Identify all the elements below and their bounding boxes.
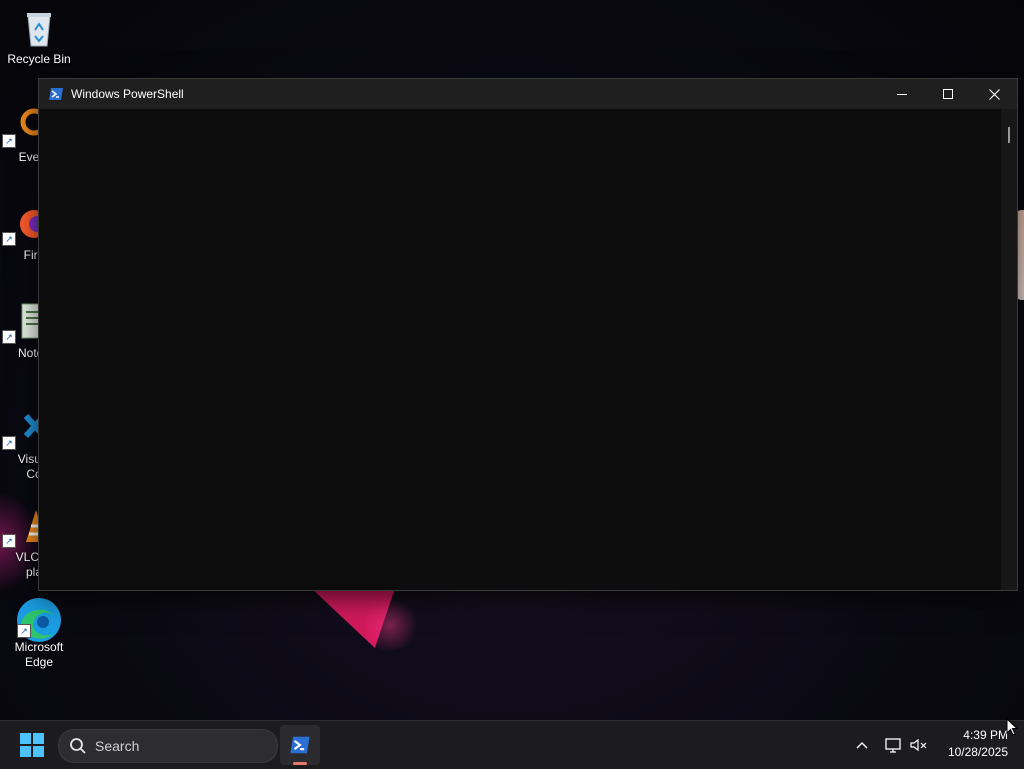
window-title: Windows PowerShell xyxy=(71,87,184,101)
shortcut-arrow-icon: ↗ xyxy=(2,134,16,148)
show-hidden-icons-button[interactable] xyxy=(852,735,872,755)
windows-logo-icon xyxy=(20,733,44,757)
shortcut-arrow-icon: ↗ xyxy=(17,624,31,638)
network-icon xyxy=(885,738,901,753)
search-icon xyxy=(70,738,86,754)
volume-muted-icon xyxy=(910,738,927,752)
wallpaper-glow xyxy=(360,600,420,650)
desktop-icon-microsoft-edge[interactable]: ↗ Microsoft Edge xyxy=(1,596,77,670)
recycle-bin-icon xyxy=(19,8,59,48)
taskbar-search-box[interactable]: Search xyxy=(58,729,278,763)
taskbar-clock[interactable]: 4:39 PM 10/28/2025 xyxy=(938,727,1008,761)
search-placeholder: Search xyxy=(95,738,140,754)
powershell-icon xyxy=(49,88,63,100)
minimize-button[interactable] xyxy=(879,79,925,109)
mouse-cursor-icon xyxy=(1006,718,1018,736)
powershell-window[interactable]: Windows PowerShell xyxy=(38,78,1018,591)
desktop-icon-label: Microsoft Edge xyxy=(14,640,64,669)
powershell-icon xyxy=(290,736,310,754)
close-icon xyxy=(988,88,1000,100)
clock-date: 10/28/2025 xyxy=(947,745,1008,759)
window-titlebar[interactable]: Windows PowerShell xyxy=(39,79,1017,109)
shortcut-arrow-icon: ↗ xyxy=(2,232,16,246)
start-button[interactable] xyxy=(12,729,52,761)
minimize-icon xyxy=(897,94,907,95)
edge-icon: ↗ xyxy=(17,596,61,642)
shortcut-arrow-icon: ↗ xyxy=(2,534,16,548)
active-app-indicator xyxy=(293,762,307,765)
maximize-icon xyxy=(943,89,953,99)
taskbar-app-powershell[interactable] xyxy=(280,725,320,765)
taskbar: Search 4:39 PM 10/28/2025 xyxy=(0,720,1024,769)
chevron-up-icon xyxy=(856,742,868,749)
network-status-button[interactable] xyxy=(883,735,903,755)
maximize-button[interactable] xyxy=(925,79,971,109)
shortcut-arrow-icon: ↗ xyxy=(2,436,16,450)
shortcut-arrow-icon: ↗ xyxy=(2,330,16,344)
desktop-icon-recycle-bin[interactable]: Recycle Bin xyxy=(1,8,77,67)
desktop-icon-label: Recycle Bin xyxy=(7,52,71,66)
scrollbar-thumb[interactable] xyxy=(1008,127,1010,143)
vertical-scrollbar[interactable] xyxy=(1001,109,1017,590)
terminal-output-area[interactable] xyxy=(39,109,1001,590)
clock-time: 4:39 PM xyxy=(963,728,1008,742)
close-button[interactable] xyxy=(971,79,1017,109)
volume-button[interactable] xyxy=(909,735,929,755)
